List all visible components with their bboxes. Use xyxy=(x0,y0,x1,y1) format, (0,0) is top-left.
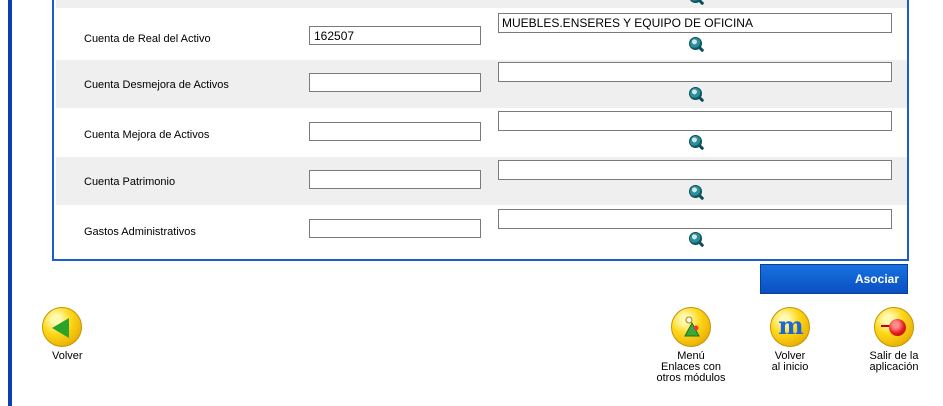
account-description-input[interactable] xyxy=(498,13,892,33)
asociar-button[interactable]: Asociar xyxy=(760,264,908,294)
home-label: Volver al inicio xyxy=(758,351,822,373)
account-code-input[interactable] xyxy=(309,73,481,92)
row-label: Cuenta Desmejora de Activos xyxy=(84,79,229,91)
exit-button[interactable]: Salir de la aplicación xyxy=(856,307,932,373)
account-description-input[interactable] xyxy=(498,62,892,82)
account-description-input[interactable] xyxy=(498,209,892,229)
search-icon[interactable] xyxy=(689,185,702,198)
row-label: Cuenta de Real del Activo xyxy=(84,33,211,45)
menu-icon xyxy=(671,307,711,347)
menu-label-line3: otros módulos xyxy=(656,372,726,384)
row-label: Cuenta Mejora de Activos xyxy=(84,129,210,141)
search-icon[interactable] xyxy=(689,135,702,148)
row-label: Gastos Administrativos xyxy=(84,226,196,238)
account-code-input[interactable] xyxy=(309,26,481,45)
exit-label: Salir de la aplicación xyxy=(856,351,932,373)
exit-icon xyxy=(874,307,914,347)
home-icon: m xyxy=(770,307,810,347)
search-icon[interactable] xyxy=(689,232,702,245)
exit-label-line2: aplicación xyxy=(869,361,919,373)
form-row-patrimonio: Cuenta Patrimonio xyxy=(56,157,907,205)
row-label: Cuenta Patrimonio xyxy=(84,176,176,188)
search-icon[interactable] xyxy=(689,87,702,100)
previous-row-remnant xyxy=(56,0,907,8)
menu-modules-button[interactable]: Menú Enlaces con otros módulos xyxy=(646,307,736,384)
back-button[interactable]: Volver xyxy=(34,307,94,362)
account-description-input[interactable] xyxy=(498,111,892,131)
account-description-input[interactable] xyxy=(498,160,892,180)
form-row-desmejora: Cuenta Desmejora de Activos xyxy=(56,60,907,108)
account-code-input[interactable] xyxy=(309,219,481,238)
form-row-gastos: Gastos Administrativos xyxy=(56,206,907,254)
back-arrow-icon xyxy=(42,307,82,347)
form-row-real-activo: Cuenta de Real del Activo xyxy=(56,12,907,60)
home-button[interactable]: m Volver al inicio xyxy=(758,307,822,373)
form-row-mejora: Cuenta Mejora de Activos xyxy=(56,109,907,157)
account-code-input[interactable] xyxy=(309,122,481,141)
menu-label: Menú Enlaces con otros módulos xyxy=(646,351,736,384)
account-code-input[interactable] xyxy=(309,170,481,189)
home-label-line2: al inicio xyxy=(771,361,809,373)
back-label: Volver xyxy=(52,350,83,362)
accounts-form-panel: Cuenta de Real del Activo Cuenta Desmejo… xyxy=(52,0,909,261)
left-border-bar xyxy=(8,0,12,406)
search-icon[interactable] xyxy=(689,37,702,50)
